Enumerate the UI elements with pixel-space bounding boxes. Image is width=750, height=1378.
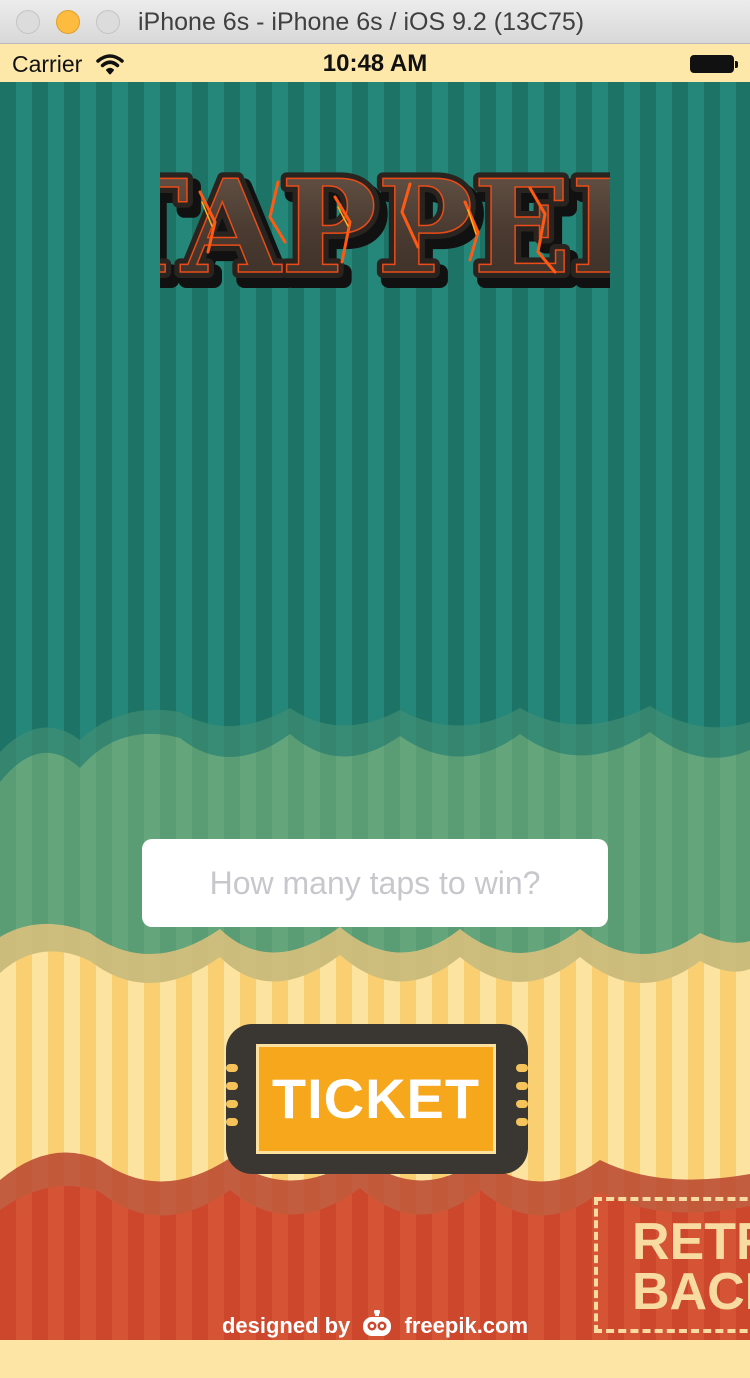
tapper-logo: TAPPER TAPPER TAPPER [87,122,693,327]
ticket-notch [226,1082,238,1090]
robot-logo-icon [360,1309,394,1340]
simulator-window: iPhone 6s - iPhone 6s / iOS 9.2 (13C75) … [0,0,750,1378]
close-icon[interactable] [16,10,40,34]
credit-prefix: designed by [221,1312,351,1338]
credit-brand: freepik.com [404,1312,529,1338]
ticket-notch [516,1064,528,1072]
retro-badge-text: RETR BACK [632,1213,750,1321]
ticket-notch [516,1118,528,1126]
taps-to-win-input[interactable] [142,839,608,927]
maximize-icon[interactable] [96,10,120,34]
minimize-icon[interactable] [56,10,80,34]
ios-status-bar: Carrier 10:48 AM [0,44,750,82]
status-time: 10:48 AM [322,50,428,77]
ticket-notch [516,1082,528,1090]
ticket-notch [226,1118,238,1126]
ticket-notch [516,1100,528,1108]
ticket-label: TICKET [271,1067,481,1130]
freepik-credit: designed by freepik.com [0,1309,750,1340]
ticket-notch [226,1100,238,1108]
window-titlebar: iPhone 6s - iPhone 6s / iOS 9.2 (13C75) [0,0,750,44]
bottom-strip [0,1340,750,1378]
ticket-button[interactable]: TICKET [226,1024,528,1174]
ticket-notch [226,1064,238,1072]
game-scene: TAPPER TAPPER TAPPER [0,82,750,1340]
window-title: iPhone 6s - iPhone 6s / iOS 9.2 (13C75) [138,8,585,36]
battery-icon [690,55,738,73]
